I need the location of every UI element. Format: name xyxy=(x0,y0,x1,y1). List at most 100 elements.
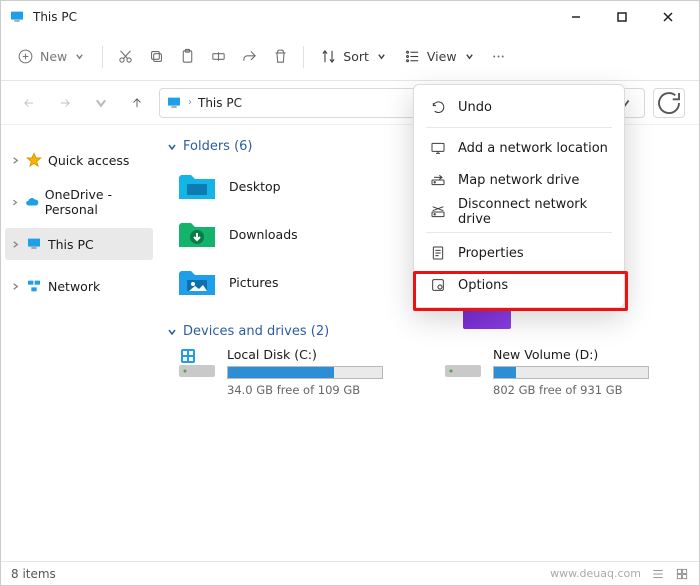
rename-icon xyxy=(210,48,227,65)
nav-label: This PC xyxy=(48,237,94,252)
delete-button[interactable] xyxy=(266,39,295,75)
this-pc-icon xyxy=(26,236,42,252)
cut-button[interactable] xyxy=(111,39,140,75)
details-view-icon[interactable] xyxy=(651,567,665,581)
this-pc-icon xyxy=(9,9,25,25)
rename-button[interactable] xyxy=(204,39,233,75)
chevron-right-icon[interactable] xyxy=(11,198,19,207)
options-icon xyxy=(430,277,446,293)
share-button[interactable] xyxy=(235,39,264,75)
folder-label: Pictures xyxy=(229,275,279,290)
nav-label: Quick access xyxy=(48,153,129,168)
chevron-right-icon[interactable] xyxy=(11,240,20,249)
watermark-text: www.deuaq.com xyxy=(550,567,641,580)
forward-button[interactable] xyxy=(51,89,79,117)
desktop-folder-icon xyxy=(177,169,217,203)
usage-bar xyxy=(493,366,649,379)
maximize-button[interactable] xyxy=(599,1,645,33)
trash-icon xyxy=(272,48,289,65)
view-icon xyxy=(404,48,421,65)
menu-label: Map network drive xyxy=(458,173,579,188)
share-icon xyxy=(241,48,258,65)
breadcrumb-separator: › xyxy=(188,97,192,108)
status-bar: 8 items www.deuaq.com xyxy=(1,561,699,585)
downloads-folder-icon xyxy=(177,217,217,251)
drive-label: New Volume (D:) xyxy=(493,347,649,362)
thumbnails-view-icon[interactable] xyxy=(675,567,689,581)
nav-label: OneDrive - Personal xyxy=(45,187,153,217)
more-button[interactable] xyxy=(484,39,513,75)
refresh-button[interactable] xyxy=(653,88,685,118)
map-drive-icon xyxy=(430,172,446,188)
cut-icon xyxy=(117,48,134,65)
menu-disconnect-network-drive[interactable]: Disconnect network drive xyxy=(420,196,618,228)
new-button[interactable]: New xyxy=(11,39,94,75)
cloud-icon xyxy=(25,194,39,210)
star-icon xyxy=(26,152,42,168)
videos-folder-icon[interactable] xyxy=(463,311,511,329)
paste-icon xyxy=(179,48,196,65)
nav-network[interactable]: Network xyxy=(5,270,153,302)
toolbar-divider xyxy=(102,46,103,68)
window-title: This PC xyxy=(33,10,77,24)
chevron-right-icon[interactable] xyxy=(11,282,20,291)
nav-label: Network xyxy=(48,279,100,294)
close-button[interactable] xyxy=(645,1,691,33)
up-button[interactable] xyxy=(123,89,151,117)
network-location-icon xyxy=(430,140,446,156)
back-button[interactable] xyxy=(15,89,43,117)
menu-add-network-location[interactable]: Add a network location xyxy=(420,132,618,164)
menu-label: Disconnect network drive xyxy=(458,197,608,227)
plus-circle-icon xyxy=(17,48,34,65)
menu-options[interactable]: Options xyxy=(420,269,618,301)
folder-label: Desktop xyxy=(229,179,281,194)
sort-icon xyxy=(320,48,337,65)
disconnect-drive-icon xyxy=(430,204,446,220)
pictures-folder-icon xyxy=(177,265,217,299)
minimize-button[interactable] xyxy=(553,1,599,33)
chevron-down-icon xyxy=(167,327,177,337)
folder-label: Downloads xyxy=(229,227,298,242)
this-pc-icon xyxy=(166,95,182,111)
arrow-right-icon xyxy=(58,96,72,110)
nav-this-pc[interactable]: This PC xyxy=(5,228,153,260)
copy-icon xyxy=(148,48,165,65)
chevron-down-icon xyxy=(167,142,177,152)
menu-properties[interactable]: Properties xyxy=(420,237,618,269)
breadcrumb[interactable]: This PC xyxy=(198,96,242,110)
drive-d[interactable]: New Volume (D:) 802 GB free of 931 GB xyxy=(443,347,649,397)
recent-dropdown[interactable] xyxy=(87,89,115,117)
menu-divider xyxy=(426,232,612,233)
status-item-count: 8 items xyxy=(11,567,56,581)
menu-map-network-drive[interactable]: Map network drive xyxy=(420,164,618,196)
drive-label: Local Disk (C:) xyxy=(227,347,383,362)
menu-divider xyxy=(426,127,612,128)
ellipsis-icon xyxy=(490,48,507,65)
properties-icon xyxy=(430,245,446,261)
menu-undo[interactable]: Undo xyxy=(420,91,618,123)
chevron-down-icon xyxy=(377,52,386,61)
drives-section-header[interactable]: Devices and drives (2) xyxy=(167,324,691,339)
menu-label: Undo xyxy=(458,100,492,115)
chevron-down-icon xyxy=(94,96,108,110)
drive-free-text: 34.0 GB free of 109 GB xyxy=(227,383,383,397)
paste-button[interactable] xyxy=(173,39,202,75)
network-icon xyxy=(26,278,42,294)
usage-fill xyxy=(494,367,516,378)
drive-icon xyxy=(443,347,483,381)
context-menu: Undo Add a network location Map network … xyxy=(413,84,625,308)
menu-label: Properties xyxy=(458,246,524,261)
view-button[interactable]: View xyxy=(396,39,482,75)
arrow-left-icon xyxy=(22,96,36,110)
copy-button[interactable] xyxy=(142,39,171,75)
chevron-right-icon[interactable] xyxy=(11,156,20,165)
drive-free-text: 802 GB free of 931 GB xyxy=(493,383,649,397)
nav-quick-access[interactable]: Quick access xyxy=(5,144,153,176)
drive-c[interactable]: Local Disk (C:) 34.0 GB free of 109 GB xyxy=(177,347,383,397)
sort-button[interactable]: Sort xyxy=(312,39,394,75)
nav-onedrive[interactable]: OneDrive - Personal xyxy=(5,186,153,218)
drive-icon xyxy=(177,347,217,381)
section-label: Devices and drives (2) xyxy=(183,324,329,339)
refresh-icon xyxy=(654,88,684,118)
new-label: New xyxy=(40,49,67,64)
